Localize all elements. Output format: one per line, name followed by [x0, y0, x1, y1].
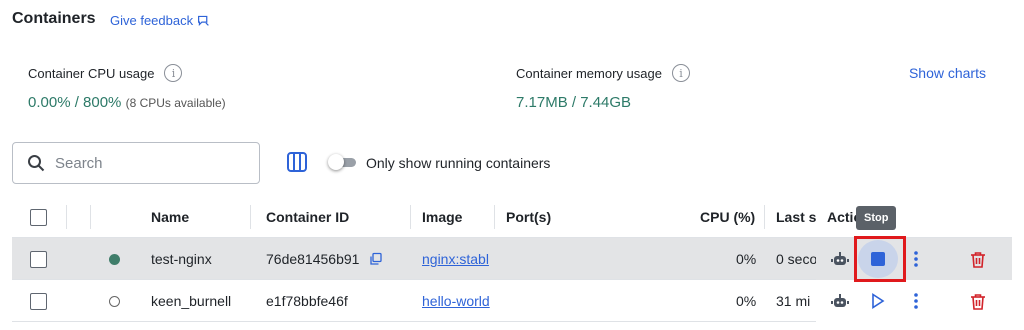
columns-icon[interactable] [286, 151, 308, 173]
image-link[interactable]: nginx:stabl [422, 251, 489, 267]
toggle-knob [328, 154, 344, 170]
cpu-available-note: (8 CPUs available) [125, 96, 226, 110]
memory-usage-value: 7.17MB / 7.44GB [516, 94, 632, 111]
info-icon[interactable]: i [671, 64, 690, 82]
column-header-name[interactable]: Name [151, 196, 189, 238]
cpu-usage-label-group: Container CPU usage i [28, 64, 183, 82]
column-header-last-started[interactable]: Last s [776, 196, 816, 238]
select-all-checkbox[interactable] [30, 208, 47, 226]
delete-icon[interactable] [968, 249, 988, 269]
info-icon[interactable]: i [164, 64, 183, 82]
ask-gordon-icon[interactable] [830, 250, 850, 270]
container-id: 76de81456b91 [266, 251, 360, 267]
search-box[interactable] [12, 142, 260, 184]
image-link[interactable]: hello-world [422, 293, 490, 309]
copy-icon[interactable] [369, 252, 383, 266]
column-header-container-id[interactable]: Container ID [266, 196, 349, 238]
cpu-value: 0% [736, 293, 757, 309]
more-options-icon[interactable] [906, 291, 926, 311]
start-icon[interactable] [868, 291, 888, 311]
cpu-usage-label: Container CPU usage [28, 65, 155, 81]
feedback-label: Give feedback [110, 13, 194, 28]
running-only-toggle[interactable] [328, 154, 358, 170]
page-title: Containers [12, 10, 96, 27]
cpu-usage-value: 0.00% / 800% [28, 94, 122, 111]
memory-usage-label-group: Container memory usage i [516, 64, 690, 82]
stop-button-highlight [854, 236, 906, 282]
feedback-icon [198, 15, 209, 27]
container-id: e1f78bbfe46f [266, 293, 348, 309]
stopped-status-dot [109, 295, 120, 307]
cpu-usage-value-group: 0.00% / 800% (8 CPUs available) [28, 94, 226, 111]
cpu-value: 0% [736, 251, 757, 267]
container-name[interactable]: keen_burnell [151, 280, 231, 322]
more-options-icon[interactable] [906, 249, 926, 269]
running-status-dot [109, 253, 120, 265]
container-name[interactable]: test-nginx [151, 238, 212, 280]
row-checkbox[interactable] [30, 250, 47, 268]
stop-tooltip: Stop [856, 206, 897, 230]
search-icon [28, 155, 45, 172]
last-started-value: 0 seco [776, 251, 816, 267]
ask-gordon-icon[interactable] [830, 292, 850, 312]
column-header-image[interactable]: Image [422, 196, 462, 238]
table-row[interactable]: keen_burnell e1f78bbfe46f hello-world 0%… [12, 280, 1012, 322]
column-header-ports[interactable]: Port(s) [506, 196, 551, 238]
column-header-cpu[interactable]: CPU (%) [700, 196, 755, 238]
last-started-value: 31 mi [776, 293, 811, 309]
delete-icon[interactable] [968, 291, 988, 311]
give-feedback-link[interactable]: Give feedback [110, 13, 210, 28]
memory-usage-label: Container memory usage [516, 65, 662, 81]
show-charts-link[interactable]: Show charts [909, 65, 986, 81]
running-only-label: Only show running containers [366, 155, 551, 171]
row-checkbox[interactable] [30, 292, 47, 310]
search-input[interactable] [55, 154, 235, 172]
